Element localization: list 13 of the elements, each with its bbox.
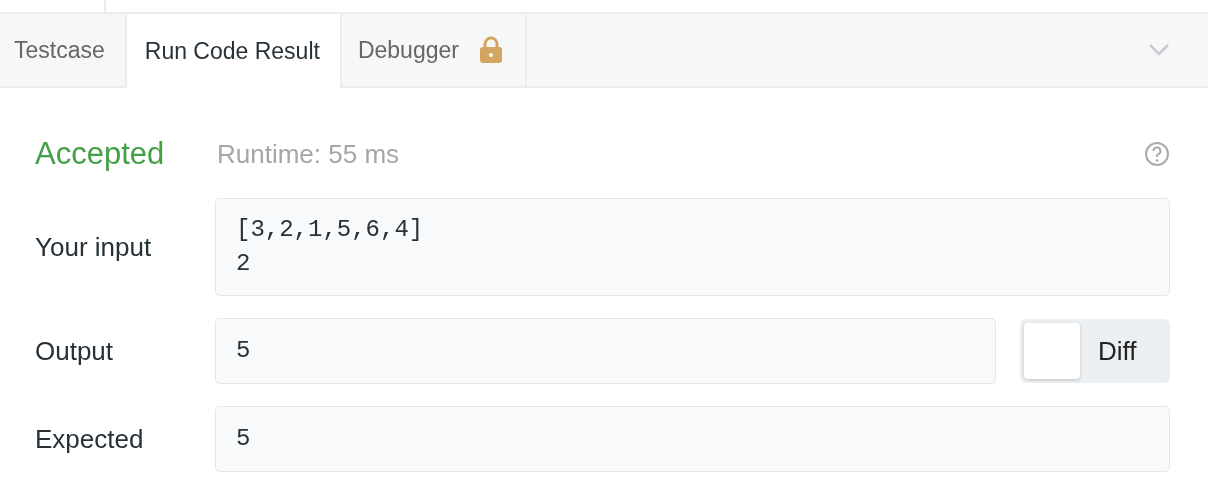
output-field: [3,2,1,5,6,4] 2 bbox=[215, 198, 1170, 296]
status-text: Accepted bbox=[35, 136, 166, 172]
chevron-down-icon[interactable] bbox=[1148, 43, 1170, 57]
runtime-text: Runtime: 55 ms bbox=[217, 138, 401, 170]
field-label: Expected bbox=[35, 423, 145, 455]
output-field: 5 bbox=[215, 406, 1170, 472]
field-label: Output bbox=[35, 335, 115, 367]
tab[interactable]: Run Code Result bbox=[126, 14, 342, 88]
tab[interactable]: Debugger bbox=[341, 14, 527, 86]
output-field: 5 bbox=[215, 318, 996, 384]
diff-toggle[interactable]: Diff bbox=[1020, 319, 1170, 383]
field-label: Your input bbox=[35, 231, 153, 263]
help-icon[interactable] bbox=[1144, 141, 1170, 167]
